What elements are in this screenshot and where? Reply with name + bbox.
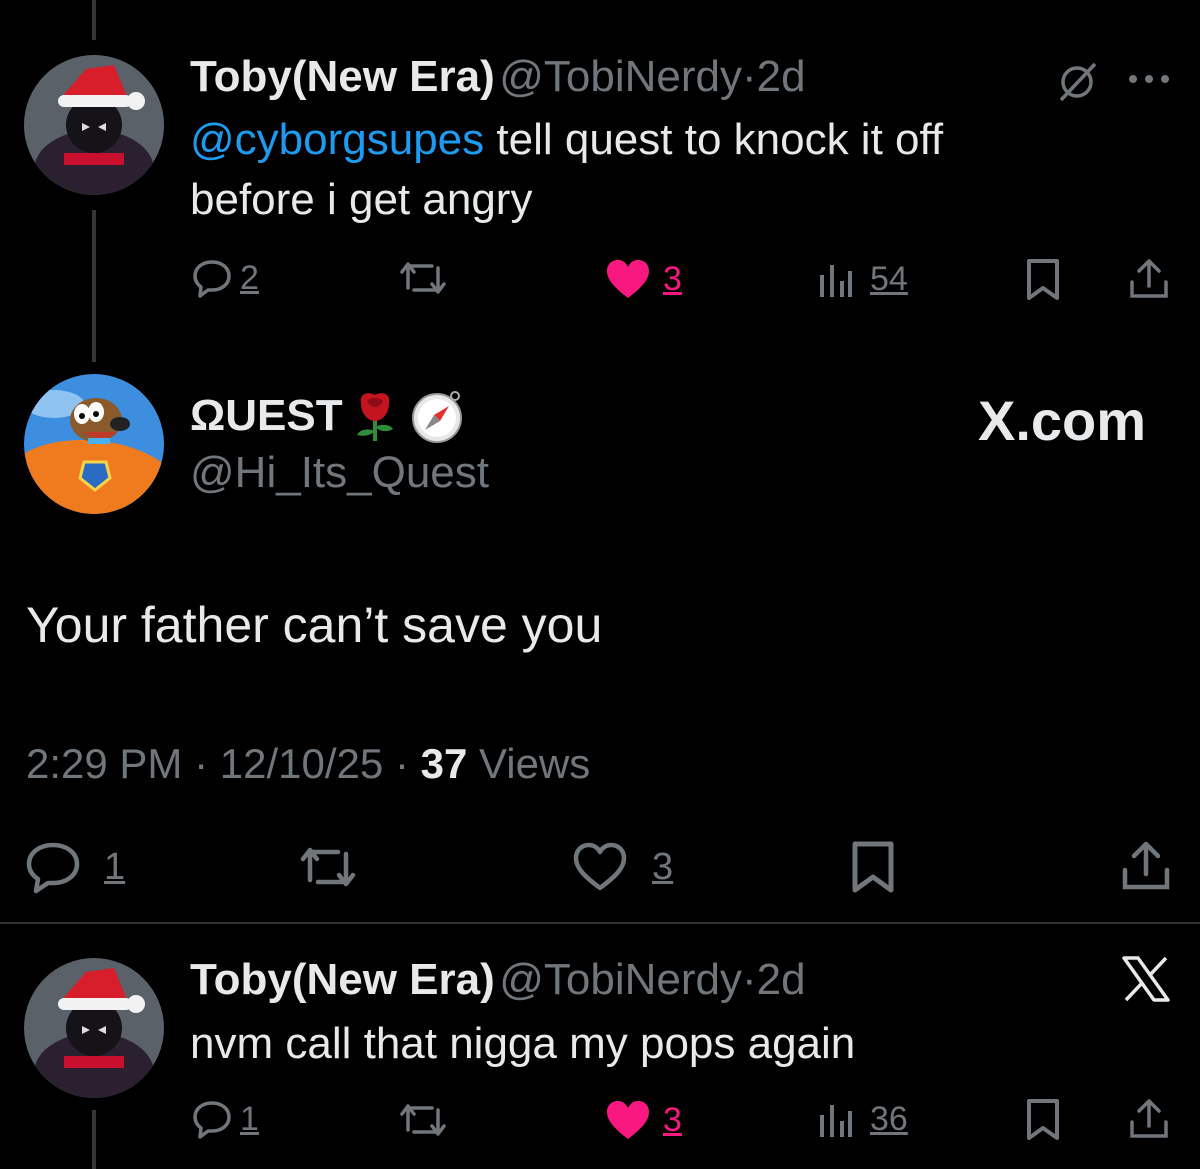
xcom-watermark: X.com — [978, 389, 1147, 452]
author-handle[interactable]: @TobiNerdy — [499, 52, 742, 101]
reply-icon — [190, 1097, 234, 1141]
tweet-text-line2: before i get angry — [190, 175, 533, 224]
reply-button[interactable]: 1 — [190, 1097, 259, 1141]
separator-dot: · — [742, 955, 757, 1004]
share-button[interactable] — [1120, 840, 1172, 892]
bookmark-button[interactable] — [850, 840, 896, 894]
like-count: 3 — [663, 259, 682, 298]
like-count: 3 — [652, 845, 674, 888]
tweet-text-line1: tell quest to knock it off — [484, 115, 944, 164]
reply-button[interactable]: 1 — [24, 840, 125, 894]
author-name[interactable]: Toby(New Era) — [190, 52, 495, 101]
tweet-text: @cyborgsupes tell quest to knock it off … — [190, 110, 1150, 230]
repost-button[interactable] — [398, 258, 448, 298]
avatar[interactable] — [24, 374, 164, 514]
like-count: 3 — [663, 1100, 682, 1139]
separator-dot: · — [394, 740, 409, 787]
thread-line-top — [92, 0, 96, 40]
share-button[interactable] — [1128, 1098, 1170, 1140]
reply-button[interactable]: 2 — [190, 256, 259, 300]
reply-count: 1 — [240, 1099, 259, 1138]
avatar[interactable] — [24, 958, 164, 1098]
heart-filled-icon — [605, 1099, 651, 1141]
repost-button[interactable] — [398, 1100, 448, 1140]
separator-dot: · — [742, 52, 757, 101]
author-name[interactable]: ΩUEST — [190, 391, 343, 441]
rose-icon — [349, 389, 401, 443]
analytics-icon — [818, 1101, 854, 1139]
thread-line-bottom — [92, 1110, 96, 1169]
analytics-icon — [818, 261, 854, 299]
reply-icon — [24, 840, 82, 894]
share-button[interactable] — [1128, 258, 1170, 300]
views-count: 36 — [870, 1100, 908, 1138]
bookmark-button[interactable] — [1025, 258, 1061, 302]
views-count: 54 — [870, 260, 908, 298]
reply-icon — [190, 256, 234, 300]
tweet-text: Your father can’t save you — [26, 597, 603, 653]
like-button[interactable]: 3 — [605, 258, 682, 300]
views-button[interactable]: 54 — [818, 260, 908, 299]
grok-icon[interactable] — [1055, 60, 1099, 104]
more-options-icon[interactable] — [1127, 72, 1171, 86]
views-label: Views — [479, 740, 591, 787]
timestamp[interactable]: 2d — [757, 52, 806, 101]
post-time[interactable]: 2:29 PM — [26, 740, 182, 787]
views-button[interactable]: 36 — [818, 1100, 908, 1139]
x-logo-icon — [1122, 956, 1170, 1002]
heart-filled-icon — [605, 258, 651, 300]
author-handle[interactable]: @Hi_Its_Quest — [190, 448, 489, 498]
avatar[interactable] — [24, 55, 164, 195]
compass-icon — [409, 388, 465, 444]
reply-count: 2 — [240, 258, 259, 297]
author-handle[interactable]: @TobiNerdy — [499, 955, 742, 1004]
like-button[interactable]: 3 — [572, 842, 673, 892]
separator-dot: · — [194, 740, 209, 787]
repost-button[interactable] — [298, 842, 358, 892]
post-date[interactable]: 12/10/25 — [220, 740, 384, 787]
heart-icon — [572, 842, 628, 892]
like-button[interactable]: 3 — [605, 1099, 682, 1141]
bookmark-button[interactable] — [1025, 1098, 1061, 1142]
tweet-meta: 2:29 PM · 12/10/25 · 37 Views — [26, 740, 590, 788]
mention-link[interactable]: @cyborgsupes — [190, 115, 484, 164]
author-name[interactable]: Toby(New Era) — [190, 955, 495, 1004]
thread-line-middle — [92, 210, 96, 362]
divider — [0, 922, 1200, 924]
tweet-text: nvm call that nigga my pops again — [190, 1019, 856, 1068]
reply-count: 1 — [104, 845, 126, 888]
views-count: 37 — [420, 740, 468, 787]
timestamp[interactable]: 2d — [757, 955, 806, 1004]
